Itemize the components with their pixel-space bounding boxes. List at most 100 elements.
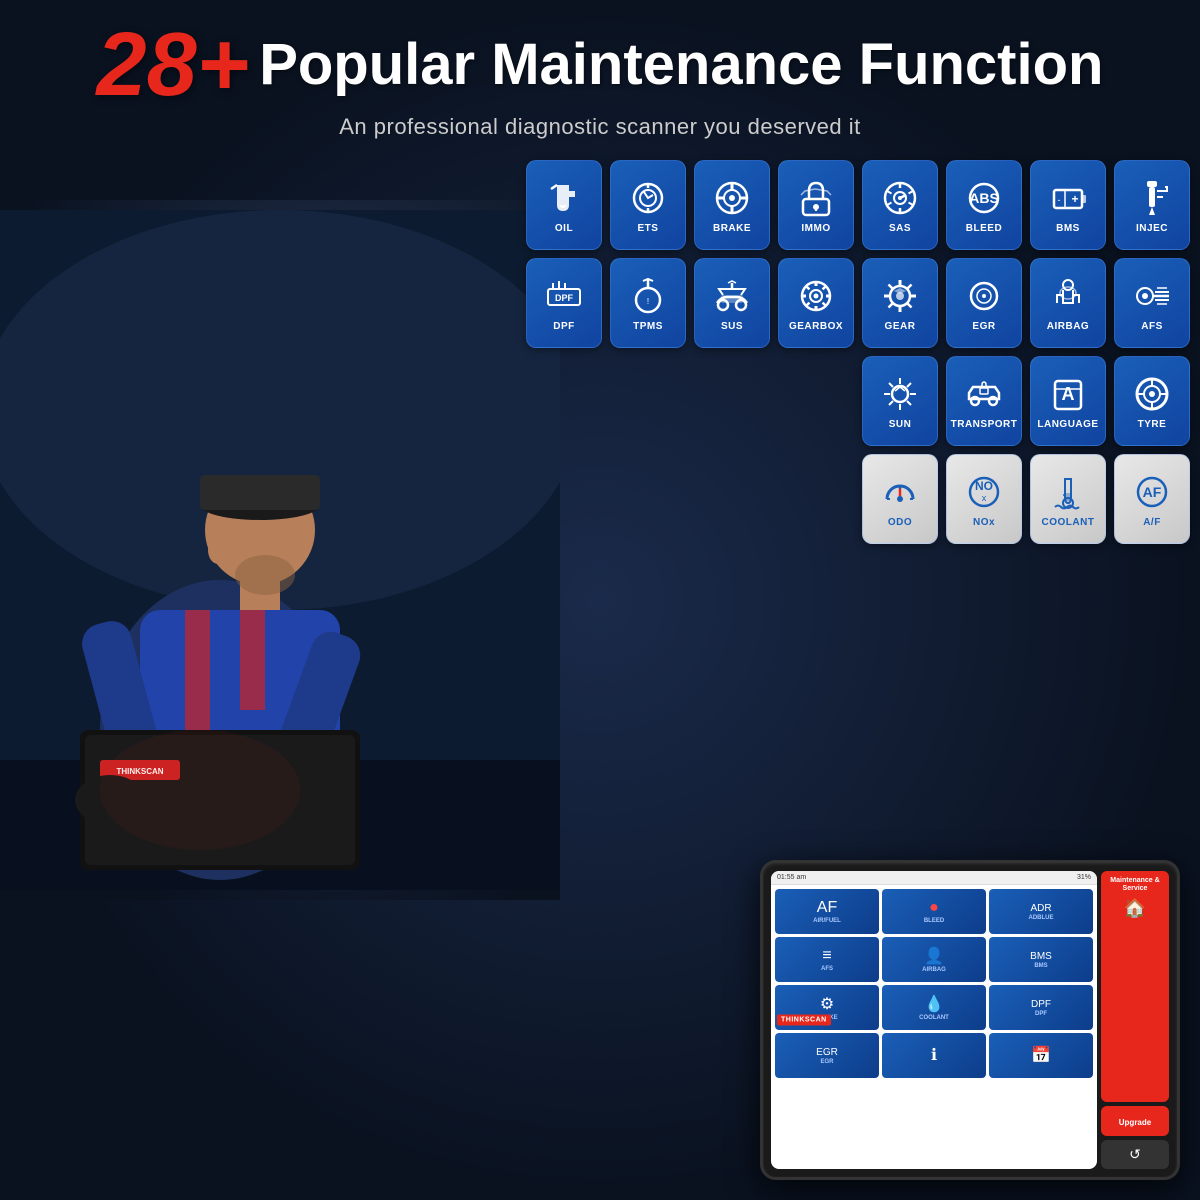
- tablet-menu-bleed[interactable]: ● BLEED: [882, 889, 986, 934]
- sas-icon: [879, 177, 921, 219]
- status-bar: 01:55 am 31%: [771, 871, 1097, 885]
- feature-tpms[interactable]: ! TPMS: [610, 258, 686, 348]
- info-icon-tablet: ℹ: [931, 1045, 937, 1065]
- odo-label: ODO: [888, 517, 912, 528]
- feature-bleed[interactable]: ABS BLEED: [946, 160, 1022, 250]
- upgrade-button[interactable]: Upgrade: [1101, 1106, 1169, 1136]
- feature-ets[interactable]: ETS: [610, 160, 686, 250]
- odo-icon: [879, 471, 921, 513]
- bms-label-tablet: BMS: [1034, 963, 1047, 969]
- feature-odo[interactable]: ODO: [862, 454, 938, 544]
- tablet-menu-info[interactable]: ℹ: [882, 1033, 986, 1078]
- back-button[interactable]: ↺: [1101, 1140, 1169, 1169]
- tablet-menu-egr[interactable]: EGR EGR: [775, 1033, 879, 1078]
- afs-label: AFS: [1141, 321, 1163, 332]
- tyre-label: TYRE: [1138, 419, 1167, 430]
- gear-icon: [879, 275, 921, 317]
- bms-icon-tablet: BMS: [1030, 951, 1052, 962]
- dpf-icon: DPF: [543, 275, 585, 317]
- airbag-icon: [1047, 275, 1089, 317]
- sus-label: SUS: [721, 321, 743, 332]
- upgrade-label: Upgrade: [1119, 1118, 1151, 1127]
- icons-row-3: SUN TRANSPORT A: [530, 356, 1190, 446]
- egr-label-tablet: EGR: [820, 1059, 833, 1065]
- feature-sus[interactable]: SUS: [694, 258, 770, 348]
- mechanic-photo: THINKSCAN: [0, 200, 560, 900]
- dpf-icon-tablet: DPF: [1031, 999, 1051, 1010]
- tablet-menu-airfuel[interactable]: AF AIR/FUEL: [775, 889, 879, 934]
- svg-text:AF: AF: [1143, 484, 1162, 500]
- tablet-outer-shell: 01:55 am 31% AF AIR/FUEL ● BLEED ADR ADB…: [760, 860, 1180, 1180]
- feature-coolant[interactable]: COOLANT: [1030, 454, 1106, 544]
- ets-label: ETS: [638, 223, 659, 234]
- feature-oil[interactable]: OIL: [526, 160, 602, 250]
- af-label: A/F: [1143, 517, 1161, 528]
- back-icon: ↺: [1129, 1146, 1141, 1162]
- brake-icon: [711, 177, 753, 219]
- tablet-menu-coolant[interactable]: 💧 COOLANT: [882, 985, 986, 1030]
- feature-brake[interactable]: BRAKE: [694, 160, 770, 250]
- dpf-label-tablet: DPF: [1035, 1011, 1047, 1017]
- feature-gear[interactable]: GEAR: [862, 258, 938, 348]
- bms-label: BMS: [1056, 223, 1080, 234]
- egr-label: EGR: [972, 321, 995, 332]
- svg-text:-: -: [1058, 195, 1061, 205]
- tablet-menu-airbag[interactable]: 👤 AIRBAG: [882, 937, 986, 982]
- coolant-icon: [1047, 471, 1089, 513]
- language-label: LANGUAGE: [1037, 419, 1098, 430]
- svg-text:!: !: [647, 297, 649, 306]
- egr-icon: [963, 275, 1005, 317]
- tablet-menu-adblue[interactable]: ADR ADBLUE: [989, 889, 1093, 934]
- subtitle: An professional diagnostic scanner you d…: [20, 114, 1180, 140]
- feature-gearbox[interactable]: GEARBOX: [778, 258, 854, 348]
- injec-icon: [1131, 177, 1173, 219]
- nox-icon: NO x: [963, 471, 1005, 513]
- main-title: Popular Maintenance Function: [259, 33, 1103, 97]
- feature-sas[interactable]: SAS: [862, 160, 938, 250]
- feature-count: 28+: [97, 20, 250, 110]
- gear-label: GEAR: [885, 321, 916, 332]
- dpf-label: DPF: [553, 321, 575, 332]
- menu-grid: AF AIR/FUEL ● BLEED ADR ADBLUE ≡ AFS 👤: [771, 885, 1097, 1082]
- svg-text:+: +: [1071, 192, 1078, 206]
- feature-tyre[interactable]: TYRE: [1114, 356, 1190, 446]
- transport-icon: [963, 373, 1005, 415]
- feature-injec[interactable]: INJEC: [1114, 160, 1190, 250]
- feature-transport[interactable]: TRANSPORT: [946, 356, 1022, 446]
- tablet-device: 01:55 am 31% AF AIR/FUEL ● BLEED ADR ADB…: [760, 860, 1180, 1180]
- feature-sun[interactable]: SUN: [862, 356, 938, 446]
- coolant-icon-tablet: 💧: [924, 994, 944, 1014]
- adblue-icon: ADR: [1030, 903, 1051, 914]
- feature-dpf[interactable]: DPF DPF: [526, 258, 602, 348]
- tablet-menu-bms[interactable]: BMS BMS: [989, 937, 1093, 982]
- feature-af[interactable]: AF A/F: [1114, 454, 1190, 544]
- oil-icon: [543, 177, 585, 219]
- immo-label: IMMO: [801, 223, 830, 234]
- feature-airbag[interactable]: AIRBAG: [1030, 258, 1106, 348]
- svg-text:x: x: [982, 493, 987, 503]
- home-icon[interactable]: 🏠: [1105, 898, 1165, 919]
- bleed-icon: ABS: [963, 177, 1005, 219]
- device-brand-label: THINKSCAN: [777, 1015, 831, 1026]
- feature-nox[interactable]: NO x NOx: [946, 454, 1022, 544]
- bleed-label-tablet: BLEED: [924, 918, 944, 924]
- icons-row-2: DPF DPF ! TPMS: [530, 258, 1190, 348]
- brake-icon-tablet: ⚙: [820, 994, 834, 1014]
- immo-icon: [795, 177, 837, 219]
- icons-row-1: OIL ETS: [530, 160, 1190, 250]
- transport-label: TRANSPORT: [951, 419, 1018, 430]
- feature-afs[interactable]: AFS: [1114, 258, 1190, 348]
- svg-text:ABS: ABS: [969, 190, 999, 206]
- tpms-icon: !: [627, 275, 669, 317]
- svg-text:NO: NO: [975, 479, 993, 493]
- tablet-menu-cal[interactable]: 📅: [989, 1033, 1093, 1078]
- feature-bms[interactable]: - + BMS: [1030, 160, 1106, 250]
- oil-label: OIL: [555, 223, 573, 234]
- injec-label: INJEC: [1136, 223, 1168, 234]
- tablet-menu-dpf[interactable]: DPF DPF: [989, 985, 1093, 1030]
- tablet-menu-afs[interactable]: ≡ AFS: [775, 937, 879, 982]
- feature-language[interactable]: A LANGUAGE: [1030, 356, 1106, 446]
- feature-egr[interactable]: EGR: [946, 258, 1022, 348]
- header-section: 28+ Popular Maintenance Function An prof…: [20, 20, 1180, 140]
- feature-immo[interactable]: IMMO: [778, 160, 854, 250]
